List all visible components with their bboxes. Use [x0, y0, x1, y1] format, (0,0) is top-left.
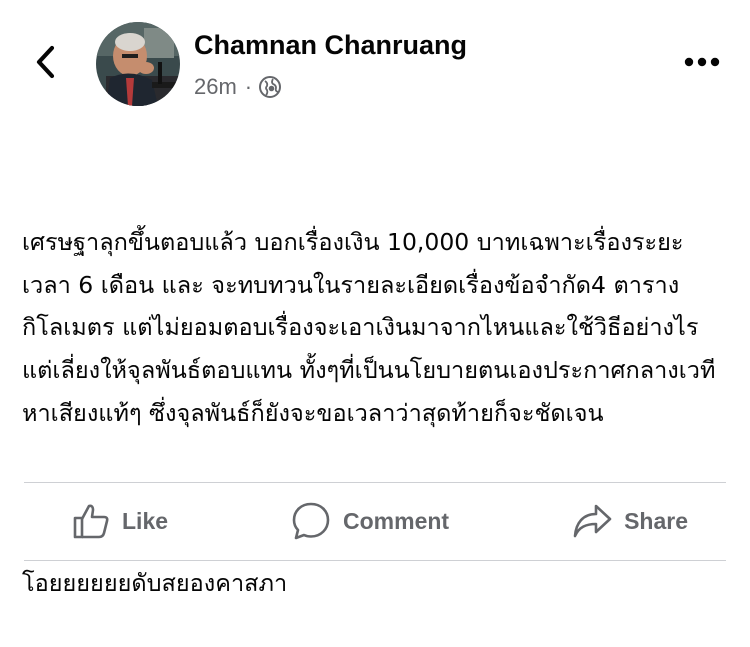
share-button[interactable]: Share — [572, 503, 688, 539]
post-text: เศรษฐาลุกขึ้นตอบแล้ว บอกเรื่องเงิน 10,00… — [22, 136, 722, 647]
thumbs-up-icon — [73, 504, 109, 539]
post-header: Chamnan Chanruang 26m · — [0, 0, 750, 120]
back-button[interactable] — [28, 42, 64, 82]
globe-icon — [259, 76, 282, 98]
more-dots-icon — [684, 57, 720, 67]
share-label: Share — [624, 507, 688, 534]
like-button[interactable]: Like — [72, 502, 168, 540]
meta-separator: · — [244, 74, 253, 99]
author-name[interactable]: Chamnan Chanruang — [194, 30, 467, 61]
action-bar: Like Comment Share — [24, 483, 726, 559]
avatar[interactable] — [96, 22, 180, 106]
post-paragraph: เศรษฐาลุกขึ้นตอบแล้ว บอกเรื่องเงิน 10,00… — [22, 228, 716, 427]
chevron-left-icon — [36, 45, 55, 79]
divider-bottom — [24, 560, 726, 561]
post-meta: 26m · — [194, 74, 282, 100]
more-options-button[interactable] — [682, 50, 722, 74]
post-paragraph: โอยยยยยยดับสยองคาสภา — [22, 568, 288, 597]
comment-bubble-icon — [292, 502, 330, 540]
comment-button[interactable]: Comment — [291, 501, 449, 541]
share-arrow-icon — [573, 504, 612, 538]
avatar-image — [96, 22, 180, 106]
like-label: Like — [122, 507, 169, 534]
post-time[interactable]: 26m — [194, 74, 237, 100]
comment-label: Comment — [343, 507, 450, 534]
